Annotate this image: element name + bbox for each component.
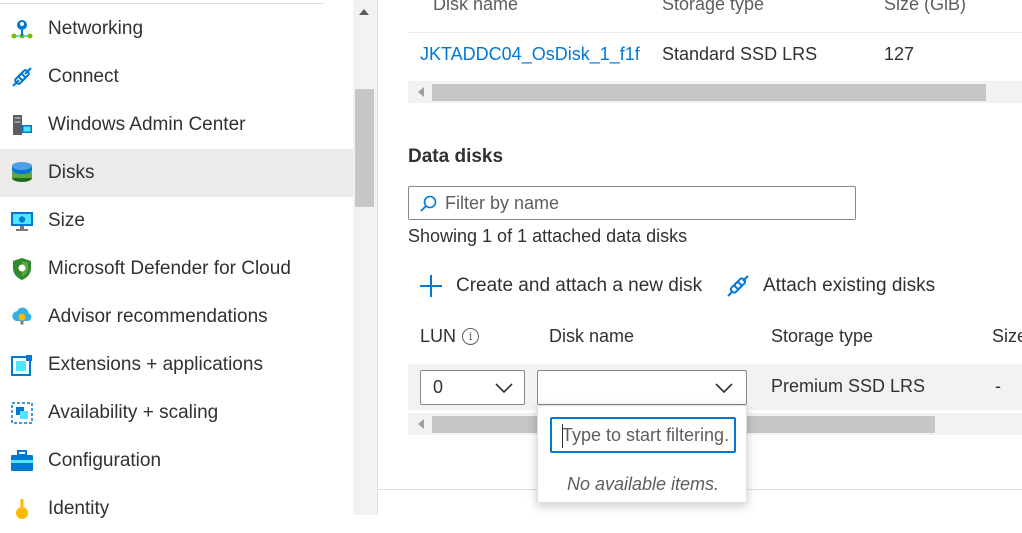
sidebar-item-label: Advisor recommendations [48,306,268,327]
connect-icon [12,67,32,87]
attach-existing-disks-button[interactable]: Attach existing disks [725,272,935,300]
advisor-icon [12,307,32,325]
chevron-down-icon [495,383,513,394]
lun-header-label: LUN [420,326,457,346]
sidebar-item-label: Extensions + applications [48,354,263,375]
filter-by-name-field[interactable] [408,186,856,220]
networking-icon [11,20,33,39]
extensions-icon [11,355,32,376]
os-disk-name-link[interactable]: JKTADDC04_OsDisk_1_f1f [420,44,640,65]
filter-by-name-input[interactable] [445,190,845,216]
sidebar-item-configuration[interactable]: Configuration [0,437,353,485]
disk-name-dropdown-popup: No available items. [537,405,747,503]
plus-icon [420,275,442,297]
resource-menu-sidebar: Networking Connect Windows Admin Center … [0,0,353,519]
data-disk-size: - [995,376,1001,396]
disk-name-dropdown[interactable] [537,370,747,405]
sidebar-scrollbar-thumb[interactable] [355,89,374,207]
attached-disks-count-text: Showing 1 of 1 attached data disks [408,226,688,246]
lun-dropdown-value: 0 [433,377,444,397]
sidebar-item-availability[interactable]: Availability + scaling [0,389,353,437]
data-disks-header-lun[interactable]: LUN i [420,326,480,347]
dropdown-filter-input[interactable] [562,423,730,447]
sidebar-item-label: Availability + scaling [48,402,219,423]
attach-plug-icon [727,275,749,297]
sidebar-item-label: Identity [48,498,110,519]
info-icon[interactable]: i [462,328,480,345]
storage-type-header-label: Storage type [771,326,874,346]
sidebar-item-label: Windows Admin Center [48,114,246,135]
search-icon [420,195,437,212]
attach-existing-disks-label: Attach existing disks [763,275,936,296]
sidebar-item-label: Microsoft Defender for Cloud [48,258,291,279]
scroll-left-arrow-icon[interactable] [418,419,424,429]
sidebar-item-extensions[interactable]: Extensions + applications [0,341,353,389]
data-disks-header-storage-type[interactable]: Storage type [771,326,873,347]
sidebar-item-disks[interactable]: Disks [0,149,353,197]
sidebar-item-defender[interactable]: Microsoft Defender for Cloud [0,245,353,293]
scroll-up-arrow-icon[interactable] [359,9,369,15]
chevron-down-icon [715,383,733,394]
scroll-left-arrow-icon[interactable] [418,87,424,97]
data-disks-header-size[interactable]: Size [992,326,1022,347]
lun-dropdown[interactable]: 0 [420,370,525,405]
data-disks-title: Data disks [408,146,504,167]
sidebar-item-label: Size [48,210,85,231]
sidebar-scrollbar[interactable] [353,0,377,515]
dropdown-filter-field[interactable] [550,417,736,453]
text-caret [562,424,563,448]
os-disk-header-storage-type[interactable]: Storage type [662,0,764,15]
sidebar-item-identity[interactable]: Identity [0,485,353,533]
os-disk-size: 127 [884,44,915,64]
size-header-label: Size [992,326,1022,346]
configuration-icon [11,450,33,471]
size-icon [11,212,33,231]
sidebar-top-divider [0,3,323,4]
data-disks-header-disk-name[interactable]: Disk name [549,326,634,347]
create-and-attach-disk-label: Create and attach a new disk [456,275,703,296]
os-disk-horizontal-scrollbar[interactable] [408,81,1022,103]
os-disk-storage-type: Standard SSD LRS [662,44,818,64]
sidebar-item-advisor[interactable]: Advisor recommendations [0,293,353,341]
no-available-items-text: No available items. [566,474,720,494]
sidebar-item-label: Connect [48,66,119,87]
identity-icon [16,499,28,519]
disk-name-header-label: Disk name [549,326,635,346]
os-disk-header-divider [408,32,1022,33]
sidebar-item-networking[interactable]: Networking [0,5,353,53]
os-disk-header-disk-name[interactable]: Disk name [433,0,518,15]
defender-shield-icon [13,258,31,280]
sidebar-item-label: Disks [48,162,95,183]
availability-icon [11,402,33,424]
sidebar-item-label: Networking [48,18,144,39]
disks-icon [12,162,32,182]
sidebar-item-label: Configuration [48,450,162,471]
os-disk-scrollbar-thumb[interactable] [432,84,986,101]
windows-admin-center-icon [13,115,32,135]
os-disk-header-size[interactable]: Size (GiB) [884,0,966,15]
sidebar-item-windows-admin-center[interactable]: Windows Admin Center [0,101,353,149]
create-and-attach-disk-button[interactable]: Create and attach a new disk [418,272,702,300]
data-disk-storage-type: Premium SSD LRS [771,376,926,396]
sidebar-item-size[interactable]: Size [0,197,353,245]
sidebar-item-connect[interactable]: Connect [0,53,353,101]
